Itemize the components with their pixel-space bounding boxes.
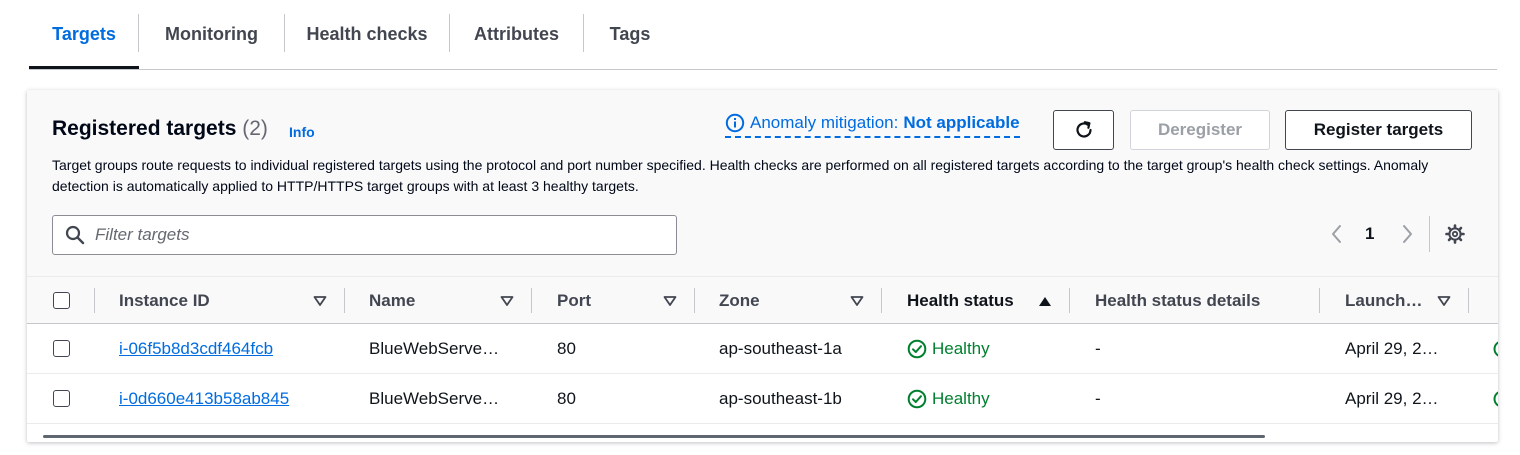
health-status-text: Healthy — [932, 338, 990, 358]
health-details-value: - — [1095, 388, 1101, 408]
instance-id-link[interactable]: i-06f5b8d3cdf464fcb — [119, 324, 273, 373]
pager-divider — [1429, 216, 1430, 252]
deregister-button[interactable]: Deregister — [1130, 110, 1270, 150]
column-header-zone[interactable]: Zone — [719, 277, 760, 324]
table-header: Instance ID Name Port Zone Health status… — [27, 276, 1498, 324]
panel-title-text: Registered targets — [52, 117, 237, 140]
row-checkbox[interactable] — [53, 390, 70, 407]
tab-tags[interactable]: Tags — [584, 14, 676, 54]
anomaly-value: Not applicable — [903, 113, 1020, 132]
refresh-button[interactable] — [1053, 110, 1114, 150]
column-divider — [881, 288, 882, 313]
registered-targets-panel: Registered targets (2) Info Anomaly miti… — [27, 90, 1498, 442]
settings-gear-icon[interactable] — [1444, 223, 1466, 245]
horizontal-scrollbar[interactable] — [43, 435, 1265, 438]
health-status: Healthy — [907, 324, 990, 373]
sort-caret-up-icon[interactable] — [1038, 295, 1052, 307]
column-divider — [694, 288, 695, 313]
column-divider — [1069, 288, 1070, 313]
status-check-circle-icon — [907, 389, 927, 408]
info-link[interactable]: Info — [289, 124, 315, 140]
zone-value: ap-southeast-1a — [719, 338, 842, 358]
port-value: 80 — [557, 338, 576, 358]
tab-health-checks[interactable]: Health checks — [285, 14, 449, 54]
column-header-instance-id[interactable]: Instance ID — [119, 277, 210, 324]
anomaly-label: Anomaly mitigation: — [750, 113, 899, 132]
status-check-circle-icon — [1492, 390, 1498, 408]
row-checkbox[interactable] — [53, 340, 70, 357]
tab-attributes[interactable]: Attributes — [450, 14, 583, 54]
column-divider — [344, 288, 345, 313]
anomaly-mitigation-link[interactable]: Anomaly mitigation: Not applicable — [725, 113, 1020, 138]
refresh-icon — [1075, 121, 1092, 138]
panel-header: Registered targets (2) Info Anomaly miti… — [27, 90, 1498, 276]
column-divider — [531, 288, 532, 313]
column-header-port[interactable]: Port — [557, 277, 591, 324]
column-header-name[interactable]: Name — [369, 277, 415, 324]
column-divider — [1468, 288, 1469, 313]
column-header-health-details[interactable]: Health status details — [1095, 277, 1260, 324]
target-count: (2) — [242, 117, 268, 140]
sort-caret-down-icon[interactable] — [1437, 295, 1451, 307]
filter-box — [52, 215, 677, 255]
search-icon — [65, 225, 85, 245]
chevron-right-icon[interactable] — [1399, 224, 1415, 244]
port-value: 80 — [557, 388, 576, 408]
column-header-launch[interactable]: Launch… — [1345, 277, 1422, 324]
instance-name: BlueWebServe… — [369, 388, 500, 408]
tab-targets[interactable]: Targets — [29, 14, 139, 54]
column-header-health-status[interactable]: Health status — [907, 277, 1014, 324]
panel-title: Registered targets (2) — [52, 117, 268, 141]
status-check-circle-icon — [907, 339, 927, 358]
health-status-text: Healthy — [932, 388, 990, 408]
health-status: Healthy — [907, 374, 990, 423]
tab-bar: Targets Monitoring Health checks Attribu… — [29, 0, 1497, 70]
instance-id-link[interactable]: i-0d660e413b58ab845 — [119, 374, 289, 423]
table-row: i-0d660e413b58ab845 BlueWebServe… 80 ap-… — [27, 374, 1498, 424]
instance-name: BlueWebServe… — [369, 338, 500, 358]
table-row: i-06f5b8d3cdf464fcb BlueWebServe… 80 ap-… — [27, 324, 1498, 374]
sort-caret-down-icon[interactable] — [500, 295, 514, 307]
register-targets-button[interactable]: Register targets — [1285, 110, 1472, 150]
filter-targets-input[interactable] — [95, 225, 655, 245]
sort-caret-down-icon[interactable] — [313, 295, 327, 307]
active-tab-indicator — [29, 66, 139, 69]
chevron-left-icon[interactable] — [1329, 224, 1345, 244]
panel-description: Target groups route requests to individu… — [52, 157, 1429, 194]
status-check-circle-icon — [1492, 340, 1498, 358]
sort-caret-down-icon[interactable] — [850, 295, 864, 307]
health-details-value: - — [1095, 338, 1101, 358]
zone-value: ap-southeast-1b — [719, 388, 842, 408]
select-all-checkbox[interactable] — [53, 292, 70, 309]
column-divider — [1319, 288, 1320, 313]
info-circle-icon — [725, 113, 745, 133]
launch-time-value: April 29, 2… — [1345, 338, 1439, 358]
column-divider — [94, 288, 95, 313]
current-page-number[interactable]: 1 — [1365, 224, 1374, 244]
launch-time-value: April 29, 2… — [1345, 388, 1439, 408]
sort-caret-down-icon[interactable] — [663, 295, 677, 307]
tab-monitoring[interactable]: Monitoring — [139, 14, 284, 54]
